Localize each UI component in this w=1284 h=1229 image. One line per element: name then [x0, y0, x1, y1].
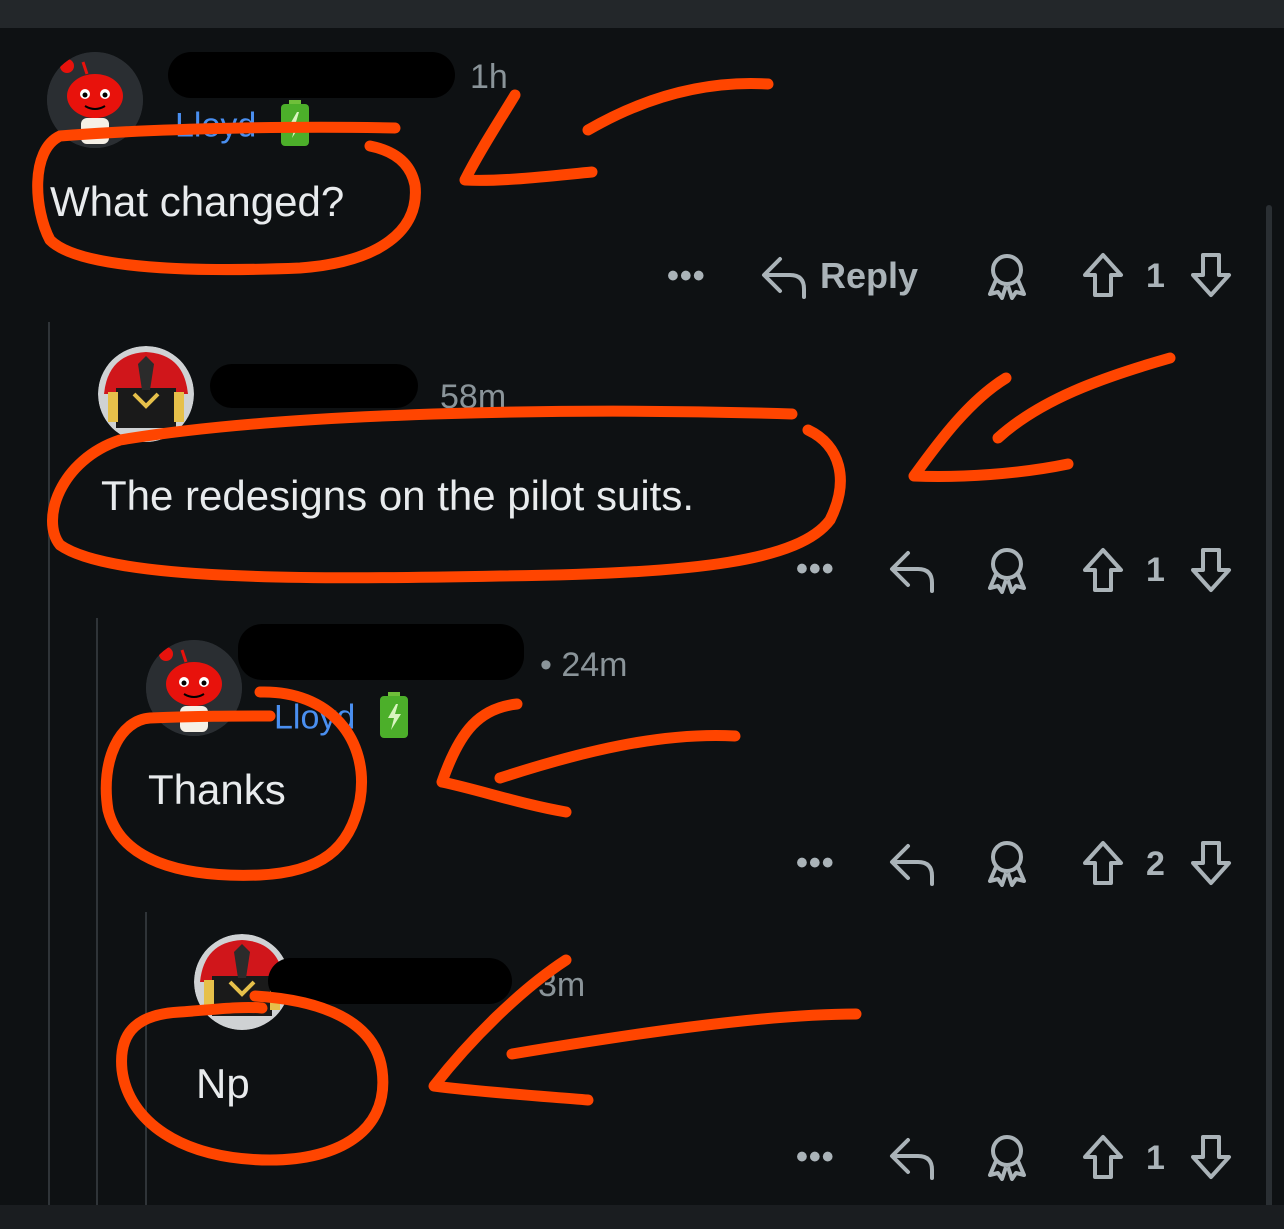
comment-body: What changed? — [50, 178, 345, 225]
annotation-arrowhead-1 — [459, 89, 598, 186]
reply-icon — [760, 253, 808, 299]
upvote-icon[interactable] — [1080, 1132, 1126, 1182]
upvote-icon[interactable] — [1080, 838, 1126, 888]
award-icon[interactable] — [982, 839, 1032, 887]
comment-time: • 24m — [540, 646, 628, 684]
user-flair: Lloyd — [175, 100, 310, 155]
upvote-icon[interactable] — [1080, 545, 1126, 595]
snoo-avatar-icon[interactable] — [47, 52, 143, 148]
top-bar — [0, 0, 1284, 28]
annotation-arrow-2 — [992, 352, 1176, 444]
award-icon[interactable] — [982, 252, 1032, 300]
thread-line-3[interactable] — [145, 912, 147, 1205]
comment-time: 1h — [470, 58, 508, 96]
more-options-icon[interactable]: ••• — [796, 550, 835, 589]
username-redaction — [238, 624, 524, 680]
reply-icon[interactable] — [888, 838, 936, 888]
username-redaction — [210, 364, 418, 408]
award-icon[interactable] — [982, 1133, 1032, 1181]
vote-score: 1 — [1146, 257, 1165, 295]
more-options-icon[interactable]: ••• — [796, 844, 835, 883]
username-redaction — [168, 52, 455, 98]
reply-icon[interactable] — [888, 545, 936, 595]
helmet-avatar-icon[interactable] — [98, 346, 194, 442]
flair-label: Lloyd — [274, 698, 356, 737]
downvote-icon[interactable] — [1188, 250, 1234, 300]
vote-score: 1 — [1146, 1139, 1165, 1177]
award-icon[interactable] — [982, 546, 1032, 594]
annotation-arrow-1 — [582, 78, 774, 136]
annotation-arrow-4 — [506, 1008, 862, 1060]
flair-label: Lloyd — [175, 106, 257, 145]
username-redaction — [268, 958, 512, 1004]
annotation-arrowhead-3 — [436, 698, 572, 818]
downvote-icon[interactable] — [1188, 545, 1234, 595]
battery-flair-icon — [280, 100, 310, 155]
annotation-arrow-3 — [494, 730, 741, 784]
reply-icon[interactable] — [888, 1132, 936, 1182]
more-options-icon[interactable]: ••• — [667, 257, 706, 296]
comment-time: 58m — [440, 378, 507, 416]
thread-line-2[interactable] — [96, 618, 98, 1205]
annotation-arrowhead-2 — [908, 372, 1074, 482]
more-options-icon[interactable]: ••• — [796, 1138, 835, 1177]
comment-time: 3m — [538, 966, 586, 1004]
thread-line-1[interactable] — [48, 322, 50, 1205]
downvote-icon[interactable] — [1188, 1132, 1234, 1182]
battery-flair-icon — [379, 692, 409, 747]
upvote-icon[interactable] — [1080, 250, 1126, 300]
reply-button[interactable]: Reply — [760, 250, 918, 302]
downvote-icon[interactable] — [1188, 838, 1234, 888]
scrollbar[interactable] — [1266, 205, 1272, 1210]
comment-body: The redesigns on the pilot suits. — [101, 472, 695, 519]
vote-score: 1 — [1146, 551, 1165, 589]
bottom-bar — [0, 1205, 1284, 1229]
comment-body: Np — [196, 1060, 250, 1107]
vote-score: 2 — [1146, 845, 1165, 883]
comment-body: Thanks — [148, 766, 286, 813]
snoo-avatar-icon[interactable] — [146, 640, 242, 736]
user-flair: Lloyd — [274, 692, 409, 747]
reply-label: Reply — [820, 255, 919, 296]
